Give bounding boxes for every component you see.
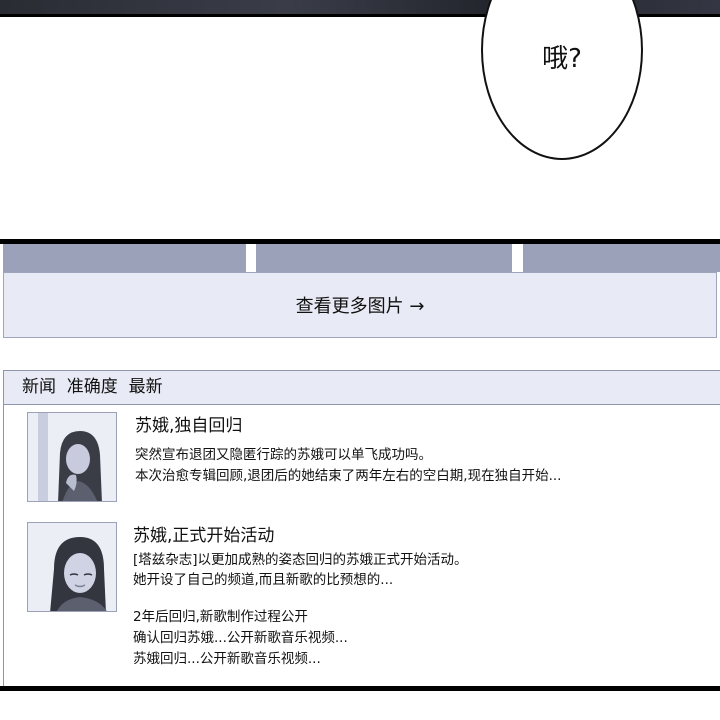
related-news-link[interactable]: 2年后回归,新歌制作过程公开 (133, 607, 308, 628)
related-news-link[interactable]: 确认回归苏娥...公开新歌音乐视频... (133, 628, 348, 649)
news-item-title[interactable]: 苏娥,独自回归 (135, 411, 242, 436)
view-more-images-button[interactable]: 查看更多图片 → (3, 272, 717, 338)
news-sort-header: 新闻 准确度 最新 (4, 371, 720, 405)
news-item-title[interactable]: 苏娥,正式开始活动 (133, 521, 274, 546)
news-thumbnail[interactable] (27, 412, 117, 502)
gallery-image[interactable] (256, 244, 512, 272)
speech-bubble-text: 哦? (542, 44, 582, 74)
speech-bubble (481, 0, 643, 160)
news-item-summary: 本次治愈专辑回顾,退团后的她结束了两年左右的空白期,现在独自开始... (135, 468, 562, 484)
webtoon-panel: 哦? 查看更多图片 → 新闻 准确度 最新 苏娥,独自回归 突然宣布退团又隐匿行… (0, 0, 720, 720)
gallery-image[interactable] (523, 244, 720, 272)
news-item-summary: 她开设了自己的频道,而且新歌的比预想的... (133, 572, 394, 588)
news-item-summary: [塔兹杂志]以更加成熟的姿态回归的苏娥正式开始活动。 (133, 552, 468, 568)
news-panel: 新闻 准确度 最新 苏娥,独自回归 突然宣布退团又隐匿行踪的苏娥可以单飞成功吗。… (3, 370, 720, 688)
woman-portrait-icon (28, 413, 116, 501)
gallery-image[interactable] (3, 244, 246, 272)
related-news-link[interactable]: 苏娥回归...公开新歌音乐视频... (133, 649, 321, 670)
woman-portrait-icon (28, 523, 116, 611)
news-thumbnail[interactable] (27, 522, 117, 612)
panel-divider (0, 686, 720, 691)
image-gallery-row (0, 244, 720, 272)
news-item-summary: 突然宣布退团又隐匿行踪的苏娥可以单飞成功吗。 (135, 447, 432, 463)
